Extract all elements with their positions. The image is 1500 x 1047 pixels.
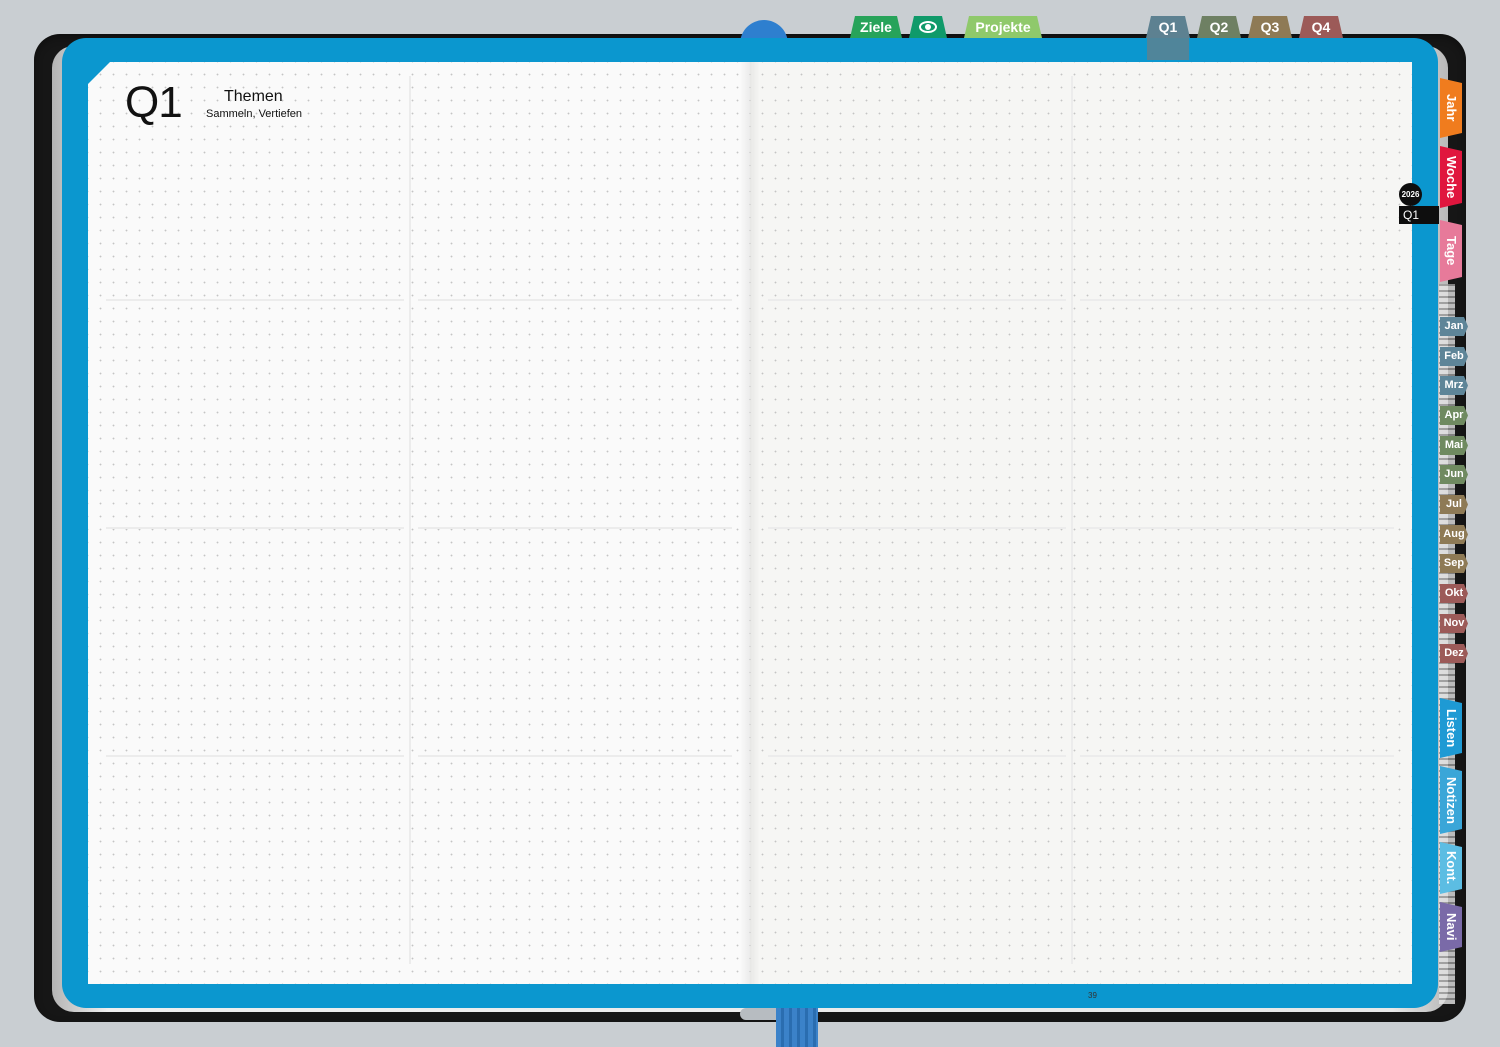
page-title: Q1 [125,78,183,127]
tab-q1[interactable]: Q1 [1146,16,1190,38]
grid-line [106,299,404,301]
grid-line [418,527,732,529]
tab-q3[interactable]: Q3 [1248,16,1292,38]
grid-line [418,299,732,301]
tab-q4[interactable]: Q4 [1299,16,1343,38]
grid-line [768,299,1066,301]
grid-line [1080,527,1394,529]
tab-month-mai[interactable]: Mai [1440,436,1468,455]
tab-month-sep[interactable]: Sep [1440,554,1468,573]
grid-line [409,76,411,964]
tab-tage[interactable]: Tage [1440,220,1462,282]
tab-month-apr[interactable]: Apr [1440,406,1468,425]
tab-jahr[interactable]: Jahr [1440,78,1462,138]
tab-navi[interactable]: Navi [1440,902,1462,952]
tab-month-aug[interactable]: Aug [1440,525,1468,544]
year-badge: 2026 [1399,183,1422,206]
tab-woche[interactable]: Woche [1440,146,1462,208]
tab-projekte[interactable]: Projekte [964,16,1042,38]
page-gutter [740,62,760,984]
quarter-badge: Q1 [1399,206,1439,224]
tab-month-mrz[interactable]: Mrz [1440,376,1468,395]
tab-month-nov[interactable]: Nov [1440,614,1468,633]
tab-listen[interactable]: Listen [1440,698,1462,758]
tab-ziele[interactable]: Ziele [850,16,902,38]
tab-month-okt[interactable]: Okt [1440,584,1468,603]
grid-line [768,527,1066,529]
right-page [750,62,1412,984]
tab-kontakte[interactable]: Kont. [1440,842,1462,894]
tab-q2[interactable]: Q2 [1197,16,1241,38]
tab-month-jan[interactable]: Jan [1440,317,1468,336]
page-number: 39 [1088,991,1097,1000]
eye-icon [919,21,937,33]
tab-month-jul[interactable]: Jul [1440,495,1468,514]
section-title: Themen [224,88,283,105]
grid-line [1080,755,1394,757]
grid-line [1071,76,1073,964]
tab-q1-active-marker [1147,38,1189,60]
grid-line [768,755,1066,757]
tab-month-jun[interactable]: Jun [1440,465,1468,484]
left-page [88,62,750,984]
tab-month-dez[interactable]: Dez [1440,644,1468,663]
grid-line [106,755,404,757]
section-subtitle: Sammeln, Vertiefen [206,108,302,120]
tab-month-feb[interactable]: Feb [1440,347,1468,366]
grid-line [418,755,732,757]
grid-line [106,527,404,529]
tab-view[interactable] [909,16,947,38]
tab-notizen[interactable]: Notizen [1440,766,1462,834]
bookmark-ribbon-bottom[interactable] [776,1008,818,1047]
grid-line [1080,299,1394,301]
